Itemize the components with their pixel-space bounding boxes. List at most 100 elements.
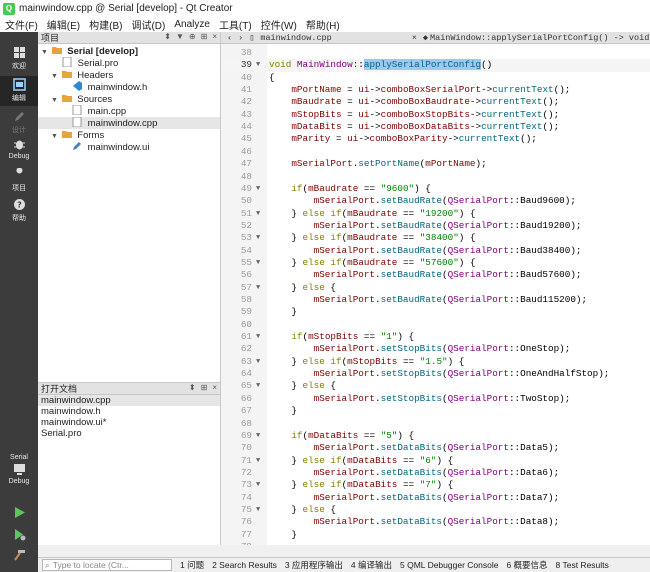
output-tab-compile[interactable]: 4 编译输出: [351, 559, 392, 571]
code-line[interactable]: 49 ▼ if(mBaudrate == "9600") {: [221, 183, 650, 195]
tree-item-project[interactable]: ▼ Serial [develop]: [38, 45, 220, 57]
output-tab-search[interactable]: 2 Search Results: [212, 560, 277, 570]
fold-marker-icon[interactable]: ▼: [256, 208, 260, 220]
code-line[interactable]: 50 mSerialPort.setBaudRate(QSerialPort::…: [221, 195, 650, 207]
mode-help[interactable]: ? 帮助: [0, 198, 38, 223]
code-line[interactable]: 64 mSerialPort.setStopBits(QSerialPort::…: [221, 368, 650, 380]
locator-input[interactable]: ⌕ Type to locate (Ctr...: [42, 559, 172, 571]
run-button[interactable]: [0, 506, 38, 521]
menu-edit[interactable]: 编辑(E): [47, 17, 80, 32]
code-line[interactable]: 73 ▼ } else if(mDataBits == "7") {: [221, 479, 650, 491]
tree-item-sources[interactable]: ▼ Sources: [38, 93, 220, 105]
fold-marker-icon[interactable]: ▼: [256, 455, 260, 467]
fold-marker-icon[interactable]: ▼: [256, 331, 260, 343]
fold-marker-icon[interactable]: ▼: [256, 257, 260, 269]
split-icon[interactable]: ⊞: [201, 383, 208, 392]
fold-marker-icon[interactable]: ▼: [256, 183, 260, 195]
code-line[interactable]: 43 mStopBits = ui->comboBoxStopBits->cur…: [221, 109, 650, 121]
mode-welcome[interactable]: 欢迎: [0, 46, 38, 71]
code-line[interactable]: 78: [221, 541, 650, 545]
output-tab-issues[interactable]: 1 问题: [180, 559, 204, 571]
code-line[interactable]: 68: [221, 418, 650, 430]
open-doc-item[interactable]: Serial.pro: [38, 428, 220, 439]
mode-edit[interactable]: 编辑: [0, 76, 38, 106]
tree-item-pro-file[interactable]: Serial.pro: [38, 57, 220, 69]
menu-file[interactable]: 文件(F): [5, 17, 38, 32]
fold-marker-icon[interactable]: ▼: [256, 232, 260, 244]
code-line[interactable]: 70 mSerialPort.setDataBits(QSerialPort::…: [221, 442, 650, 454]
menu-analyze[interactable]: Analyze: [174, 19, 210, 30]
code-line[interactable]: 65 ▼ } else {: [221, 380, 650, 392]
output-tab-tests[interactable]: 8 Test Results: [556, 560, 609, 570]
code-line[interactable]: 67 }: [221, 405, 650, 417]
fold-marker-icon[interactable]: ▼: [256, 282, 260, 294]
code-line[interactable]: 53 ▼ } else if(mBaudrate == "38400") {: [221, 232, 650, 244]
menu-help[interactable]: 帮助(H): [306, 17, 340, 32]
filter-icon[interactable]: ▼: [176, 32, 184, 41]
mode-design[interactable]: 设计: [0, 110, 38, 135]
split-icon[interactable]: ⊞: [201, 32, 208, 41]
current-file-tab[interactable]: mainwindow.cpp: [260, 33, 331, 43]
fold-marker-icon[interactable]: ▼: [256, 356, 260, 368]
code-line[interactable]: 66 mSerialPort.setStopBits(QSerialPort::…: [221, 393, 650, 405]
close-icon[interactable]: ×: [212, 383, 217, 392]
code-line[interactable]: 74 mSerialPort.setDataBits(QSerialPort::…: [221, 492, 650, 504]
chevron-updown-icon[interactable]: ⬍: [164, 32, 171, 41]
code-line[interactable]: 48: [221, 171, 650, 183]
chevron-updown-icon[interactable]: ⬍: [189, 383, 196, 392]
open-doc-item[interactable]: mainwindow.h: [38, 406, 220, 417]
fold-marker-icon[interactable]: ▼: [256, 430, 260, 442]
output-tab-general[interactable]: 6 概要信息: [506, 559, 547, 571]
link-icon[interactable]: ⊕: [189, 32, 196, 41]
code-line[interactable]: 76 mSerialPort.setDataBits(QSerialPort::…: [221, 516, 650, 528]
back-arrow-icon[interactable]: ‹: [227, 33, 232, 43]
code-line[interactable]: 61 ▼ if(mStopBits == "1") {: [221, 331, 650, 343]
tree-item-mainwindow-ui[interactable]: mainwindow.ui: [38, 141, 220, 153]
code-line[interactable]: 51 ▼ } else if(mBaudrate == "19200") {: [221, 208, 650, 220]
fold-marker-icon[interactable]: ▼: [256, 504, 260, 516]
mode-debug[interactable]: Debug: [0, 138, 38, 160]
output-tab-app-output[interactable]: 3 应用程序输出: [285, 559, 343, 571]
code-line[interactable]: 39 ▼ void MainWindow::applySerialPortConfi…: [221, 59, 650, 72]
fold-marker-icon[interactable]: ▼: [256, 59, 260, 71]
target-selector[interactable]: Serial Debug: [0, 454, 38, 485]
code-line[interactable]: 54 mSerialPort.setBaudRate(QSerialPort::…: [221, 245, 650, 257]
mode-projects[interactable]: 项目: [0, 168, 38, 193]
code-line[interactable]: 60: [221, 319, 650, 331]
code-line[interactable]: 47 mSerialPort.setPortName(mPortName);: [221, 158, 650, 170]
code-line[interactable]: 75 ▼ } else {: [221, 504, 650, 516]
output-tab-qml[interactable]: 5 QML Debugger Console: [400, 560, 498, 570]
code-line[interactable]: 62 mSerialPort.setStopBits(QSerialPort::…: [221, 343, 650, 355]
code-line[interactable]: 69 ▼ if(mDataBits == "5") {: [221, 430, 650, 442]
debug-run-button[interactable]: [0, 528, 38, 543]
menu-tools[interactable]: 工具(T): [219, 17, 252, 32]
close-icon[interactable]: ×: [212, 32, 217, 41]
code-line[interactable]: 40 {: [221, 72, 650, 84]
code-line[interactable]: 55 ▼ } else if(mBaudrate == "57600") {: [221, 257, 650, 269]
code-line[interactable]: 58 mSerialPort.setBaudRate(QSerialPort::…: [221, 294, 650, 306]
close-doc-icon[interactable]: ×: [412, 33, 417, 43]
code-line[interactable]: 44 mDataBits = ui->comboBoxDataBits->cur…: [221, 121, 650, 133]
code-line[interactable]: 56 mSerialPort.setBaudRate(QSerialPort::…: [221, 269, 650, 281]
tree-item-forms[interactable]: ▼ Forms: [38, 129, 220, 141]
tree-item-main-cpp[interactable]: main.cpp: [38, 105, 220, 117]
fold-marker-icon[interactable]: ▼: [256, 479, 260, 491]
code-line[interactable]: 41 mPortName = ui->comboBoxSerialPort->c…: [221, 84, 650, 96]
code-line[interactable]: 71 ▼ } else if(mDataBits == "6") {: [221, 455, 650, 467]
tree-item-mainwindow-h[interactable]: mainwindow.h: [38, 81, 220, 93]
code-line[interactable]: 72 mSerialPort.setDataBits(QSerialPort::…: [221, 467, 650, 479]
tree-item-headers[interactable]: ▼ Headers: [38, 69, 220, 81]
code-line[interactable]: 63 ▼ } else if(mStopBits == "1.5") {: [221, 356, 650, 368]
code-line[interactable]: 38: [221, 47, 650, 59]
code-line[interactable]: 57 ▼ } else {: [221, 282, 650, 294]
code-line[interactable]: 42 mBaudrate = ui->comboBoxBaudrate->cur…: [221, 96, 650, 108]
code-line[interactable]: 59 }: [221, 306, 650, 318]
build-button[interactable]: [0, 548, 38, 563]
open-doc-item[interactable]: mainwindow.cpp: [38, 395, 220, 406]
menu-debug[interactable]: 调试(D): [131, 17, 165, 32]
tree-item-mainwindow-cpp[interactable]: mainwindow.cpp: [38, 117, 220, 129]
code-editor[interactable]: 38 39 ▼ void MainWindow::applySerialPortCon…: [221, 44, 650, 545]
fold-marker-icon[interactable]: ▼: [256, 380, 260, 392]
code-line[interactable]: 77 }: [221, 529, 650, 541]
code-line[interactable]: 52 mSerialPort.setBaudRate(QSerialPort::…: [221, 220, 650, 232]
